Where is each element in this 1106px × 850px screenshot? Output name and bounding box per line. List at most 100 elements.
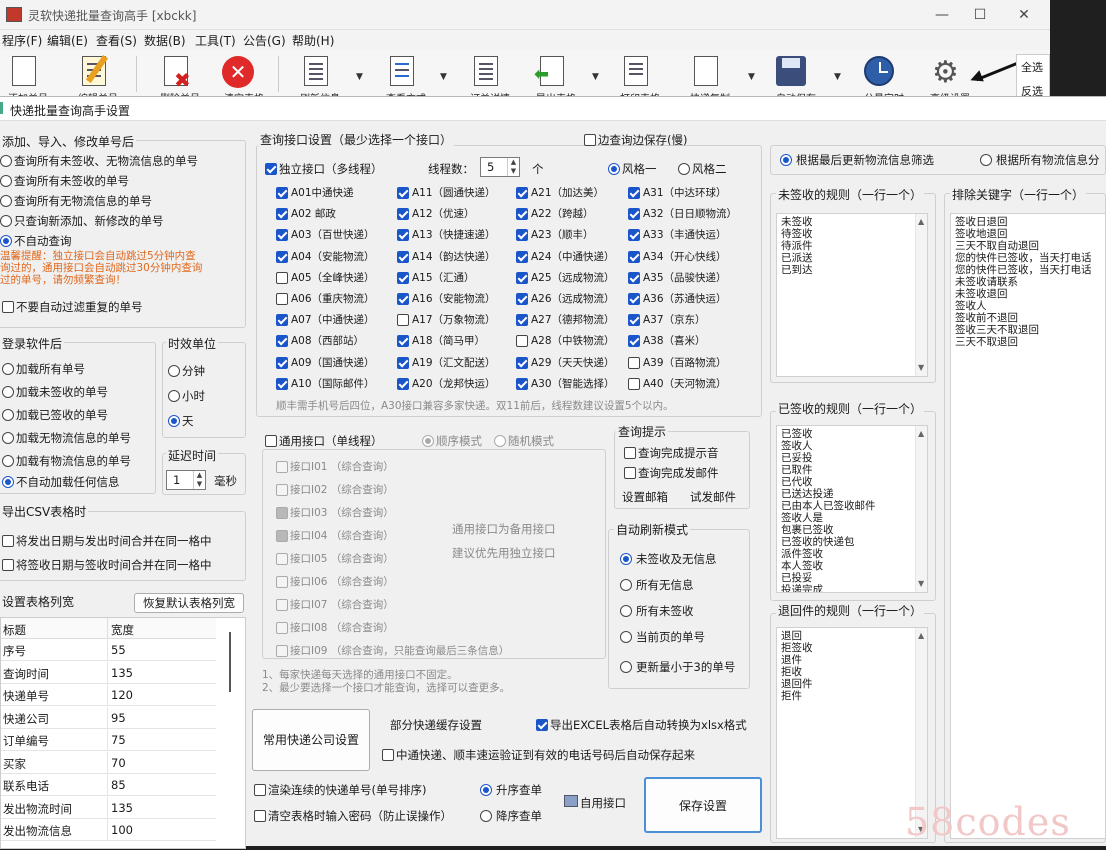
radio-style-one[interactable] [608, 163, 620, 175]
radio-style-two[interactable] [678, 163, 690, 175]
dropdown-arrow-icon[interactable]: ▼ [748, 72, 755, 82]
general-interface-checkbox-7[interactable] [276, 622, 288, 634]
radio-descending[interactable] [480, 810, 492, 822]
cache-settings-link[interactable]: 部分快递缓存设置 [390, 717, 482, 733]
express-copy-button[interactable]: 快递复制 [686, 54, 730, 105]
radio-add-opt-0[interactable] [0, 155, 12, 167]
minimize-icon[interactable]: — [928, 4, 956, 26]
cell-width[interactable]: 100 [111, 823, 133, 837]
render-consecutive-checkbox[interactable] [254, 784, 266, 796]
interface-checkbox-5[interactable] [397, 208, 409, 221]
threads-stepper[interactable]: 5 ▲ ▼ [480, 157, 520, 177]
radio-login-opt-2[interactable] [2, 409, 14, 421]
cell-width[interactable]: 75 [111, 733, 126, 747]
exclude-keywords-textarea[interactable]: 签收日退回 签收地退回 三天不取自动退回 您的快件已签收，当天打电话 您的快件已签收，当… [950, 213, 1106, 839]
interface-checkbox-17[interactable] [397, 271, 409, 284]
interface-checkbox-36[interactable] [276, 377, 288, 390]
interface-checkbox-20[interactable] [276, 293, 288, 305]
interface-checkbox-0[interactable] [276, 187, 288, 199]
interface-checkbox-7[interactable] [628, 208, 640, 221]
interface-checkbox-30[interactable] [516, 335, 528, 348]
radio-random-mode[interactable] [494, 435, 506, 447]
interface-checkbox-27[interactable] [628, 314, 640, 327]
delete-number-button[interactable]: ✖ 删除单号 [156, 54, 200, 105]
radio-sequential-mode[interactable] [422, 435, 434, 447]
unsigned-rules-textarea[interactable]: 未签收 待签收 待派件 已派送 已到达 ▲ ▼ [776, 213, 928, 377]
general-interface-checkbox-0[interactable] [276, 461, 288, 473]
interface-checkbox-37[interactable] [397, 377, 409, 390]
reset-width-button[interactable]: 恢复默认表格列宽 [134, 593, 244, 613]
test-mail-link[interactable]: 试发邮件 [690, 489, 736, 505]
interface-checkbox-13[interactable] [397, 250, 409, 263]
menu-program[interactable]: 程序(F) [2, 32, 42, 49]
interface-checkbox-22[interactable] [516, 293, 528, 305]
complete-mail-checkbox[interactable] [624, 467, 636, 479]
interface-checkbox-6[interactable] [516, 208, 528, 221]
interface-checkbox-14[interactable] [516, 250, 528, 263]
advanced-settings-button[interactable]: ⚙ 高级设置 [926, 54, 970, 106]
radio-add-opt-3[interactable] [0, 215, 12, 227]
edit-number-button[interactable]: 编辑单号 [74, 54, 118, 105]
cell-width[interactable]: 135 [111, 666, 133, 680]
interface-checkbox-38[interactable] [516, 377, 528, 390]
clear-password-checkbox[interactable] [254, 810, 266, 822]
table-row[interactable]: 发出物流时间 135 [1, 796, 216, 819]
table-row[interactable]: 序号 55 [1, 639, 216, 661]
general-interface-checkbox-5[interactable] [276, 576, 288, 588]
cell-width[interactable]: 70 [111, 756, 126, 770]
general-interface-checkbox-3[interactable] [276, 530, 288, 542]
menu-edit[interactable]: 编辑(E) [47, 32, 88, 49]
interface-checkbox-4[interactable] [276, 208, 288, 221]
auto-save-button[interactable]: 自动保存 [772, 54, 816, 105]
maximize-icon[interactable]: ☐ [966, 4, 994, 26]
interface-checkbox-39[interactable] [628, 377, 640, 390]
skip-duplicate-checkbox[interactable] [2, 301, 14, 313]
radio-login-opt-4[interactable] [2, 455, 14, 467]
cell-width[interactable]: 85 [111, 778, 126, 792]
interface-checkbox-32[interactable] [276, 356, 288, 369]
table-row[interactable]: 订单编号 75 [1, 729, 216, 751]
interface-checkbox-21[interactable] [397, 293, 409, 305]
menu-notice[interactable]: 公告(G) [243, 32, 286, 49]
merge-sign-checkbox[interactable] [2, 559, 14, 571]
dropdown-arrow-icon[interactable]: ▼ [440, 72, 447, 82]
interface-checkbox-29[interactable] [397, 335, 409, 348]
scrollbar[interactable]: ▲ ▼ [915, 214, 927, 376]
radio-refresh-opt-3[interactable] [620, 631, 632, 643]
table-row[interactable]: 快递单号 120 [1, 684, 216, 706]
dropdown-arrow-icon[interactable]: ▼ [834, 72, 841, 82]
interface-checkbox-1[interactable] [397, 187, 409, 199]
radio-filter-all[interactable] [980, 154, 992, 166]
timer-button[interactable]: 分量定时 [860, 54, 904, 105]
interface-checkbox-28[interactable] [276, 335, 288, 348]
cell-width[interactable]: 120 [111, 688, 133, 702]
table-scrollbar[interactable] [229, 632, 231, 692]
own-interface-link[interactable]: 自用接口 [580, 795, 626, 811]
complete-sound-checkbox[interactable] [624, 447, 636, 459]
menu-tools[interactable]: 工具(T) [195, 32, 236, 49]
mail-settings-link[interactable]: 设置邮箱 [622, 489, 668, 505]
interface-checkbox-31[interactable] [628, 335, 640, 348]
interface-checkbox-24[interactable] [276, 314, 288, 327]
interface-checkbox-9[interactable] [397, 229, 409, 242]
menu-view[interactable]: 查看(S) [96, 32, 137, 49]
add-number-button[interactable]: 添加单号 [4, 54, 48, 105]
clear-table-button[interactable]: ✕ 清空表格 [220, 54, 264, 105]
view-mode-button[interactable]: 查看方式 [382, 54, 426, 105]
general-interface-checkbox[interactable] [265, 435, 277, 447]
scrollbar[interactable]: ▲ ▼ [915, 426, 927, 592]
radio-refresh-opt-4[interactable] [620, 661, 632, 673]
interface-checkbox-8[interactable] [276, 229, 288, 242]
dropdown-arrow-icon[interactable]: ▼ [592, 72, 599, 82]
interface-checkbox-12[interactable] [276, 250, 288, 263]
cell-width[interactable]: 95 [111, 711, 126, 725]
dropdown-arrow-icon[interactable]: ▼ [356, 72, 363, 82]
interface-checkbox-2[interactable] [516, 187, 528, 199]
table-row[interactable]: 联系电话 85 [1, 774, 216, 796]
radio-filter-last[interactable] [780, 154, 792, 166]
save-phone-checkbox[interactable] [382, 749, 394, 761]
general-interface-checkbox-4[interactable] [276, 553, 288, 565]
interface-checkbox-34[interactable] [516, 356, 528, 369]
interface-checkbox-26[interactable] [516, 314, 528, 327]
radio-refresh-opt-0[interactable] [620, 553, 632, 565]
